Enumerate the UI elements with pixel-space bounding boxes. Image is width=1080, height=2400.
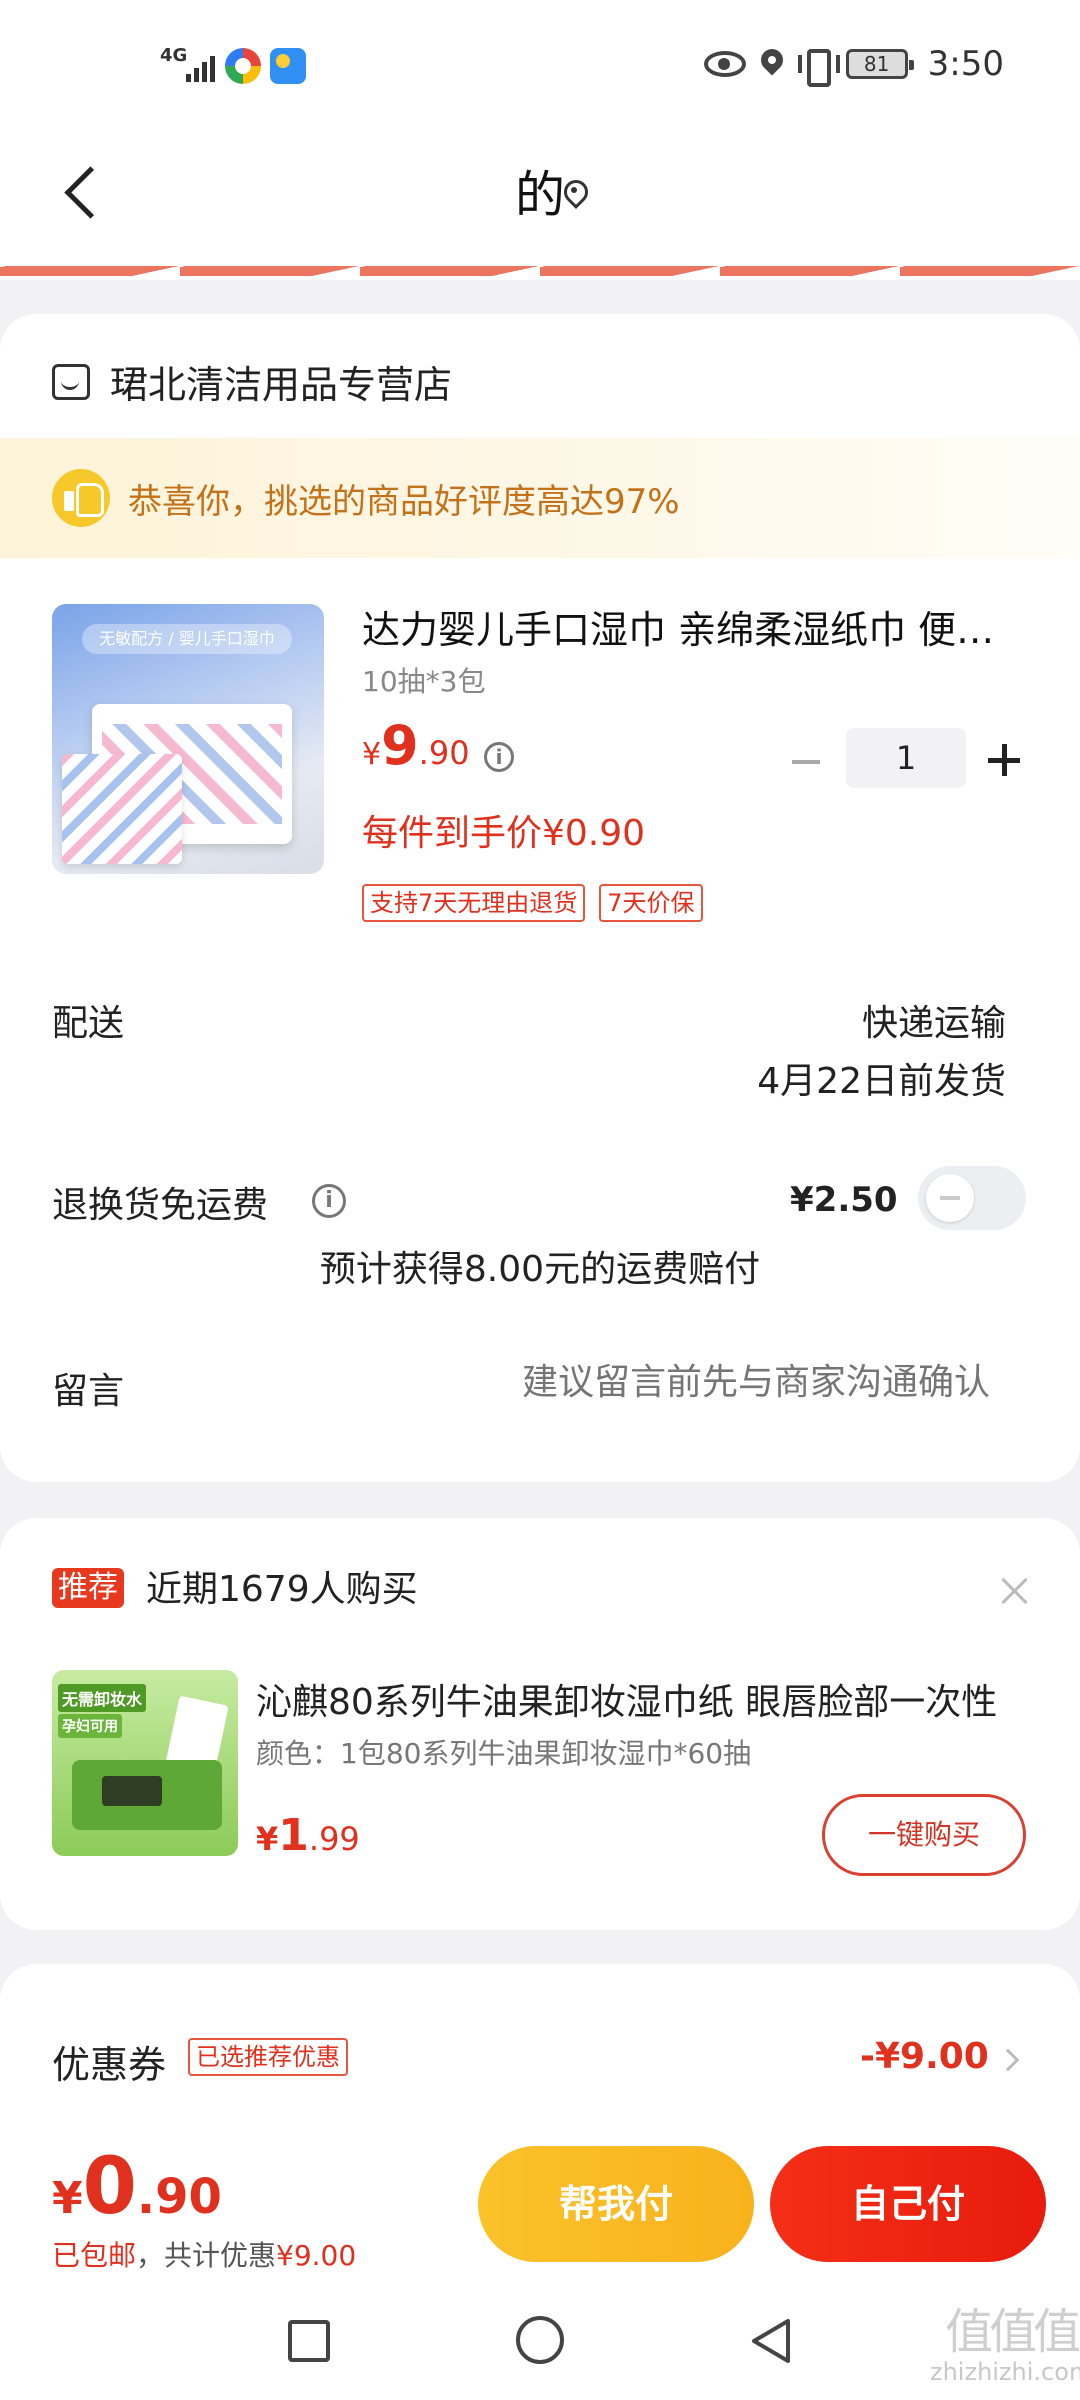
service-tags: 支持7天无理由退货 7天价保	[362, 884, 703, 922]
return-info-icon[interactable]: i	[312, 1184, 346, 1218]
delivery-method: 快递运输	[861, 1003, 1006, 1044]
store-name: 珺北清洁用品专营店	[110, 363, 453, 407]
price-symbol: ¥	[362, 737, 382, 772]
price-decimal: .99	[308, 1820, 360, 1858]
recommend-product-name[interactable]: 沁麒80系列牛油果卸妆湿巾纸 眼唇脸部一次性	[256, 1680, 1016, 1726]
recommend-product-image[interactable]: 无需卸妆水 孕妇可用	[52, 1670, 238, 1856]
return-shipping-label: 退换货免运费	[52, 1185, 269, 1226]
clock: 3:50	[927, 44, 1004, 84]
coupon-tag: 已选推荐优惠	[188, 2038, 348, 2076]
price-symbol: ¥	[52, 2173, 83, 2224]
return-compensation-text: 预计获得8.00元的运费赔付	[319, 1249, 761, 1290]
discount-note: ，共计优惠	[136, 2239, 277, 2272]
image-tag: 无需卸妆水	[58, 1684, 147, 1712]
recommend-price: ¥ 1 .99	[256, 1810, 360, 1861]
praise-text: 恭喜你，挑选的商品好评度高达97%	[128, 481, 680, 522]
app-notification-icon	[225, 48, 261, 84]
delivery-date: 4月22日前发货	[757, 1061, 1006, 1102]
quantity-increase-button[interactable]	[986, 742, 1022, 778]
price-info-icon[interactable]: i	[484, 742, 514, 772]
message-input[interactable]	[390, 1362, 990, 1403]
quantity-decrease-button[interactable]	[788, 744, 824, 780]
back-triangle-icon	[752, 2319, 790, 2363]
status-bar: 4G 81 3:50	[0, 0, 1080, 130]
one-click-buy-button[interactable]: 一键购买	[822, 1794, 1026, 1876]
wipes-pack-graphic-2	[62, 754, 182, 864]
battery-icon: 81	[845, 49, 914, 79]
page-title: 的	[515, 166, 565, 224]
praise-banner: 恭喜你，挑选的商品好评度高达97%	[0, 438, 1080, 558]
store-row[interactable]: 珺北清洁用品专营店	[52, 354, 452, 409]
weather-notification-icon	[270, 48, 306, 84]
location-icon	[760, 49, 784, 79]
help-me-pay-button[interactable]: 帮我付	[478, 2146, 754, 2262]
coupon-amount: -¥9.00	[860, 2036, 989, 2077]
home-button[interactable]	[516, 2316, 564, 2364]
package-graphic	[72, 1760, 222, 1830]
price-decimal: .90	[418, 734, 470, 772]
pay-bar: ¥ 0 .90 已包邮，共计优惠¥9.00 帮我付 自己付	[0, 2130, 1080, 2280]
network-type: 4G	[160, 45, 188, 66]
watermark-site: zhizhizhi.com	[930, 2358, 1080, 2386]
net-price: 每件到手价¥0.90	[362, 813, 646, 854]
signal-icon	[186, 46, 218, 82]
price-integer: 9	[381, 714, 419, 777]
product-title[interactable]: 达力婴儿手口湿巾 亲绵柔湿纸巾 便携装	[362, 604, 1022, 656]
store-icon	[52, 363, 90, 400]
pay-myself-button[interactable]: 自己付	[770, 2146, 1046, 2262]
image-tag-2: 孕妇可用	[58, 1714, 122, 1738]
recent-apps-button[interactable]	[288, 2320, 330, 2362]
recommend-product-spec: 颜色：1包80系列牛油果卸妆湿巾*60抽	[256, 1737, 752, 1770]
price-symbol: ¥	[256, 1820, 279, 1858]
shipping-note: 已包邮	[52, 2239, 137, 2272]
page-header: 的	[0, 130, 1080, 260]
return-shipping-price: ¥2.50	[790, 1180, 898, 1220]
quantity-input[interactable]: 1	[846, 728, 966, 788]
product-image-label: 无敏配方 / 婴儿手口湿巾	[82, 624, 292, 654]
delivery-label: 配送	[52, 1003, 125, 1044]
pay-summary: 已包邮，共计优惠¥9.00	[52, 2234, 356, 2274]
recommend-badge: 推荐	[52, 1568, 124, 1608]
tag-return-7days: 支持7天无理由退货	[362, 884, 586, 922]
eye-comfort-icon	[703, 51, 746, 77]
tag-price-protect: 7天价保	[599, 884, 703, 922]
nav-back-button[interactable]	[746, 2316, 796, 2366]
recommend-card: 推荐 近期1679人购买 无需卸妆水 孕妇可用 沁麒80系列牛油果卸妆湿巾纸 眼…	[0, 1518, 1080, 1930]
thumbs-up-icon	[52, 469, 110, 527]
price-decimal: .90	[136, 2169, 222, 2225]
chevron-right-icon	[996, 2048, 1020, 2072]
return-shipping-toggle[interactable]	[918, 1166, 1026, 1230]
product-price: ¥ 9 .90	[362, 714, 470, 777]
close-icon[interactable]	[1000, 1576, 1030, 1606]
price-integer: 0	[82, 2142, 137, 2232]
airmail-stripe	[0, 260, 1080, 280]
product-spec: 10抽*3包	[362, 665, 486, 698]
product-image[interactable]: 无敏配方 / 婴儿手口湿巾	[52, 604, 324, 874]
message-label: 留言	[52, 1371, 125, 1412]
status-right: 81 3:50	[703, 44, 1004, 87]
location-pin-icon[interactable]	[563, 180, 585, 208]
vibrate-icon	[797, 49, 840, 87]
order-card: 珺北清洁用品专营店 恭喜你，挑选的商品好评度高达97% 无敏配方 / 婴儿手口湿…	[0, 314, 1080, 1482]
watermark-logo: 值值值	[945, 2304, 1080, 2360]
back-button[interactable]	[58, 156, 118, 236]
coupon-label: 优惠券	[52, 2043, 167, 2087]
watermark: 值值值 zhizhizhi.com	[930, 2306, 1080, 2386]
recommend-title: 近期1679人购买	[146, 1569, 418, 1610]
price-integer: 1	[278, 1810, 309, 1861]
system-nav-bar: 值值值 zhizhizhi.com	[0, 2280, 1080, 2400]
discount-amount: ¥9.00	[276, 2239, 357, 2272]
total-price: ¥ 0 .90	[52, 2142, 222, 2232]
